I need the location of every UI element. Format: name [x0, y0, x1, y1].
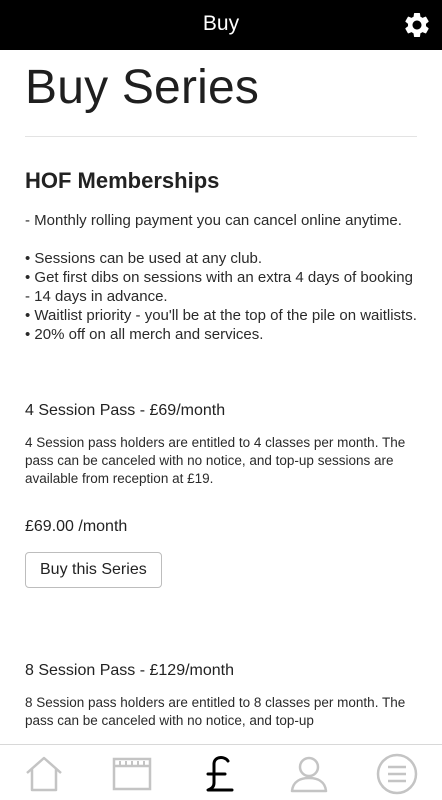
- page-title: Buy Series: [25, 61, 260, 114]
- gear-icon[interactable]: [402, 10, 432, 40]
- top-bar: Buy: [0, 0, 442, 50]
- calendar-icon[interactable]: [111, 753, 153, 795]
- user-icon[interactable]: [288, 753, 330, 795]
- pass-description: 8 Session pass holders are entitled to 8…: [25, 694, 406, 728]
- menu-icon[interactable]: [376, 753, 418, 795]
- divider: [25, 135, 417, 137]
- buy-series-button[interactable]: Buy this Series: [25, 551, 162, 588]
- pass-price: £69.00 /month: [25, 517, 128, 535]
- membership-description: - Monthly rolling payment you can cancel…: [25, 211, 417, 343]
- top-bar-title: Buy: [202, 12, 240, 35]
- membership-heading: HOF Memberships: [25, 167, 220, 193]
- home-icon[interactable]: [23, 753, 65, 795]
- pass-title: 8 Session Pass - £129/month: [25, 661, 235, 679]
- bottom-nav: [0, 744, 442, 800]
- pound-icon[interactable]: [199, 753, 241, 795]
- main-content[interactable]: Buy Series HOF Memberships - Monthly rol…: [0, 50, 442, 744]
- pass-description: 4 Session pass holders are entitled to 4…: [25, 434, 406, 486]
- pass-title: 4 Session Pass - £69/month: [25, 401, 226, 419]
